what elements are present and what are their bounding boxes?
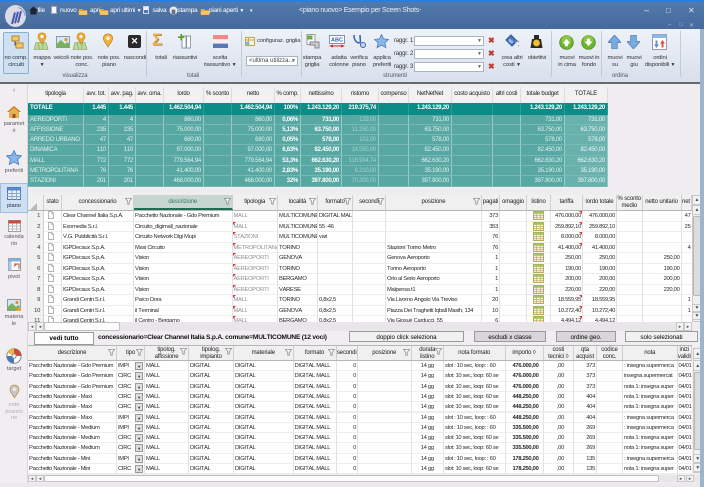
svg-text:ABC: ABC — [331, 38, 343, 44]
